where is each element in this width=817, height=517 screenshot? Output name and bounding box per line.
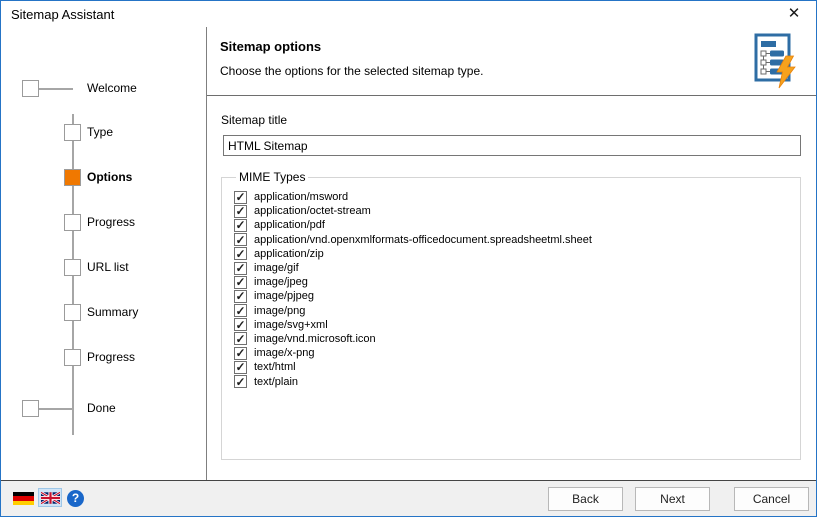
step-connector-line xyxy=(38,408,73,410)
page-header: Sitemap options Choose the options for t… xyxy=(207,27,816,96)
mime-type-label: image/vnd.microsoft.icon xyxy=(254,332,376,345)
mime-type-label: image/pjpeg xyxy=(254,290,314,303)
mime-type-label: text/plain xyxy=(254,375,299,388)
next-button[interactable]: Next xyxy=(635,487,710,511)
mime-types-groupbox: MIME Types application/msword applicatio… xyxy=(221,170,801,460)
mime-type-row: text/plain xyxy=(234,374,800,389)
mime-type-label: application/pdf xyxy=(254,219,325,232)
mime-checkbox[interactable] xyxy=(234,204,247,218)
page-subtitle: Choose the options for the selected site… xyxy=(220,64,484,78)
step-marker-welcome xyxy=(22,80,39,97)
mime-type-row: application/msword xyxy=(234,190,800,204)
step-marker-progress xyxy=(64,214,81,231)
mime-type-label: image/jpeg xyxy=(254,276,308,289)
step-label-type: Type xyxy=(87,125,114,139)
step-marker-done xyxy=(22,400,39,417)
page-title: Sitemap options xyxy=(220,39,322,54)
mime-type-label: image/x-png xyxy=(254,347,315,360)
mime-type-row: image/png xyxy=(234,304,800,318)
mime-type-row: image/x-png xyxy=(234,346,800,360)
mime-type-row: application/octet-stream xyxy=(234,204,800,218)
sitemap-lightning-icon xyxy=(754,33,796,89)
step-label-progress-2: Progress xyxy=(87,350,136,364)
mime-type-row: image/jpeg xyxy=(234,275,800,289)
step-marker-options-active xyxy=(64,169,81,186)
mime-checkbox[interactable] xyxy=(234,247,247,261)
help-icon[interactable]: ? xyxy=(67,490,84,507)
sitemap-assistant-window: Sitemap Assistant ✕ Welcome Type Options… xyxy=(0,0,817,517)
german-flag-button[interactable] xyxy=(13,492,34,505)
close-icon[interactable]: ✕ xyxy=(785,5,803,23)
uk-flag-button[interactable] xyxy=(38,488,62,507)
sitemap-title-label: Sitemap title xyxy=(221,113,288,127)
mime-type-row: image/svg+xml xyxy=(234,318,800,332)
step-marker-progress-2 xyxy=(64,349,81,366)
mime-checkbox[interactable] xyxy=(234,360,247,374)
mime-checkbox[interactable] xyxy=(234,190,247,204)
step-label-progress: Progress xyxy=(87,215,136,229)
window-title: Sitemap Assistant xyxy=(11,7,115,22)
title-bar: Sitemap Assistant ✕ xyxy=(1,1,816,27)
mime-type-row: text/html xyxy=(234,360,800,374)
mime-checkbox[interactable] xyxy=(234,332,247,346)
mime-type-row: application/pdf xyxy=(234,218,800,232)
options-form: Sitemap title MIME Types application/msw… xyxy=(207,96,816,480)
mime-checkbox[interactable] xyxy=(234,233,247,247)
wizard-steps-sidebar: Welcome Type Options Progress URL list S… xyxy=(1,27,206,480)
step-label-url-list: URL list xyxy=(87,260,129,274)
mime-checkbox[interactable] xyxy=(234,375,247,389)
footer-bar: ? Back Next Cancel xyxy=(1,480,816,516)
mime-checkbox[interactable] xyxy=(234,346,247,360)
mime-type-label: application/octet-stream xyxy=(254,205,371,218)
step-marker-summary xyxy=(64,304,81,321)
mime-type-label: image/svg+xml xyxy=(254,318,328,331)
cancel-button[interactable]: Cancel xyxy=(734,487,809,511)
mime-type-row: image/pjpeg xyxy=(234,289,800,303)
mime-checkbox[interactable] xyxy=(234,304,247,318)
mime-checkbox[interactable] xyxy=(234,275,247,289)
step-label-options: Options xyxy=(87,170,133,184)
mime-type-row: image/vnd.microsoft.icon xyxy=(234,332,800,346)
mime-type-label: text/html xyxy=(254,361,296,374)
step-label-done: Done xyxy=(87,401,116,415)
sitemap-title-input[interactable] xyxy=(223,135,801,156)
uk-flag-icon xyxy=(40,491,60,504)
mime-type-label: application/vnd.openxmlformats-officedoc… xyxy=(254,233,592,246)
back-button[interactable]: Back xyxy=(548,487,623,511)
step-label-welcome: Welcome xyxy=(87,81,137,95)
mime-type-label: image/gif xyxy=(254,262,299,275)
mime-checkbox[interactable] xyxy=(234,218,247,232)
step-label-summary: Summary xyxy=(87,305,139,319)
step-connector-line xyxy=(38,88,73,90)
mime-types-group-label: MIME Types xyxy=(239,170,306,184)
mime-type-label: image/png xyxy=(254,304,306,317)
mime-checkbox[interactable] xyxy=(234,261,247,275)
mime-type-row: application/zip xyxy=(234,247,800,261)
mime-type-label: application/zip xyxy=(254,247,324,260)
mime-checkbox[interactable] xyxy=(234,318,247,332)
mime-checkbox[interactable] xyxy=(234,289,247,303)
mime-type-label: application/msword xyxy=(254,191,349,204)
step-marker-type xyxy=(64,124,81,141)
step-marker-url-list xyxy=(64,259,81,276)
mime-type-row: application/vnd.openxmlformats-officedoc… xyxy=(234,233,800,247)
mime-type-row: image/gif xyxy=(234,261,800,275)
